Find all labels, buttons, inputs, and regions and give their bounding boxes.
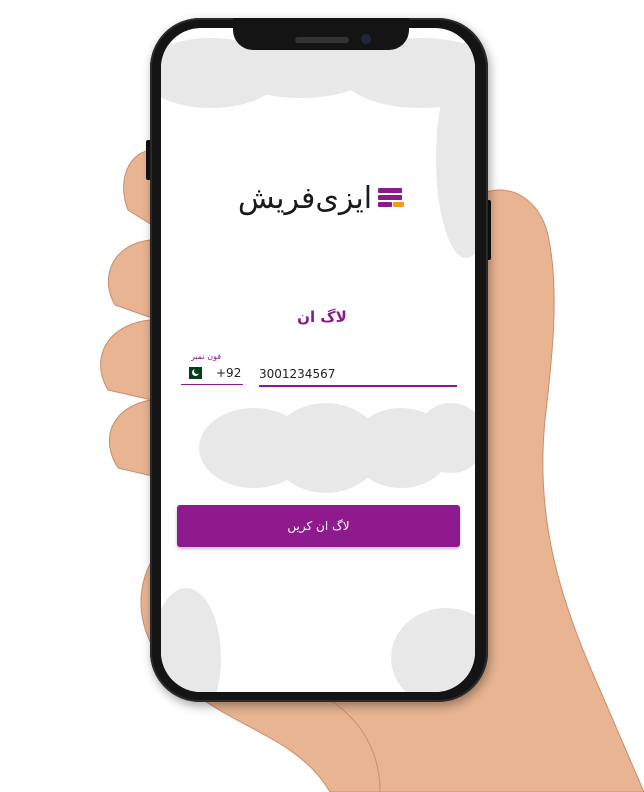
country-code-selector[interactable]: +92 bbox=[181, 362, 243, 385]
login-title: لاگ ان bbox=[297, 308, 347, 326]
pakistan-flag-icon bbox=[185, 367, 202, 379]
phone-number-input[interactable] bbox=[259, 363, 457, 387]
phone-notch bbox=[233, 18, 409, 50]
phone-number-label: فون نمبر bbox=[190, 352, 222, 361]
country-code: +92 bbox=[216, 366, 242, 380]
stacked-bars-logo-icon bbox=[378, 186, 406, 210]
logo-text: ایزی‌فریش bbox=[237, 180, 373, 216]
front-camera bbox=[361, 34, 371, 44]
app-logo: ایزی‌فریش bbox=[0, 178, 644, 218]
speaker-grille bbox=[295, 37, 349, 43]
cloud-decoration bbox=[391, 608, 475, 692]
cloud-decoration bbox=[161, 588, 221, 692]
login-button[interactable]: لاگ ان کریں bbox=[177, 505, 460, 547]
